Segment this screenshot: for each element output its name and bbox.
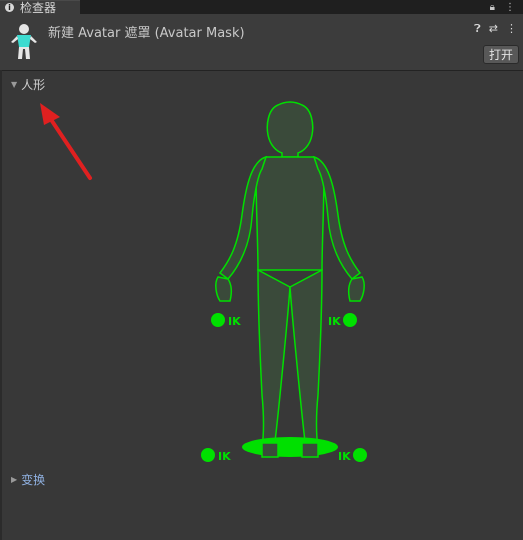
foldout-humanoid[interactable]: ▼ 人形 xyxy=(11,76,45,93)
info-icon: i xyxy=(5,3,14,12)
head-part xyxy=(266,101,314,158)
ground-disc xyxy=(242,437,338,457)
header-icons: ❓︎ ⇄ ⋮ xyxy=(474,22,517,36)
help-icon[interactable]: ❓︎ xyxy=(474,22,481,36)
more-icon[interactable]: ⋮ xyxy=(506,22,517,36)
right-hand-part xyxy=(347,276,365,302)
ik-right-hand-dot xyxy=(343,313,357,327)
asset-title: 新建 Avatar 遮罩 (Avatar Mask) xyxy=(48,26,245,41)
panel-edge xyxy=(0,70,2,540)
sliders-icon[interactable]: ⇄ xyxy=(489,22,498,36)
tab-bar: i 检查器 🔒︎ ⋮ xyxy=(0,0,523,15)
left-leg-part xyxy=(257,268,291,450)
lock-icon[interactable]: 🔒︎ xyxy=(490,2,495,13)
tab-actions: 🔒︎ ⋮ xyxy=(490,0,515,14)
foldout-transform[interactable]: ▶ 变换 xyxy=(11,471,45,488)
foldout-humanoid-label: 人形 xyxy=(21,78,46,92)
inspector-header: 新建 Avatar 遮罩 (Avatar Mask) ❓︎ ⇄ ⋮ 打开 xyxy=(0,14,523,71)
avatar-mask-icon xyxy=(11,24,37,59)
ik-right-hand-label: IK xyxy=(328,315,341,328)
humanoid-figure: IK IK IK IK xyxy=(201,101,367,463)
triangle-right-icon: ▶ xyxy=(11,475,18,484)
ik-left-foot-label: IK xyxy=(218,450,231,463)
menu-icon[interactable]: ⋮ xyxy=(505,2,515,13)
left-hand-part xyxy=(215,276,233,302)
torso-part xyxy=(255,156,325,271)
triangle-down-icon: ▼ xyxy=(11,80,18,89)
ik-right-foot-label: IK xyxy=(338,450,351,463)
ik-left-hand-label: IK xyxy=(228,315,241,328)
right-leg-part xyxy=(289,268,323,450)
red-arrow-annotation xyxy=(40,103,92,180)
tab-inspector[interactable]: i 检查器 xyxy=(0,0,80,15)
ik-left-foot-dot xyxy=(201,448,215,462)
foldout-transform-label: 变换 xyxy=(21,473,46,487)
ik-left-hand-dot xyxy=(211,313,225,327)
open-button[interactable]: 打开 xyxy=(483,45,519,64)
ik-right-foot-dot xyxy=(353,448,367,462)
